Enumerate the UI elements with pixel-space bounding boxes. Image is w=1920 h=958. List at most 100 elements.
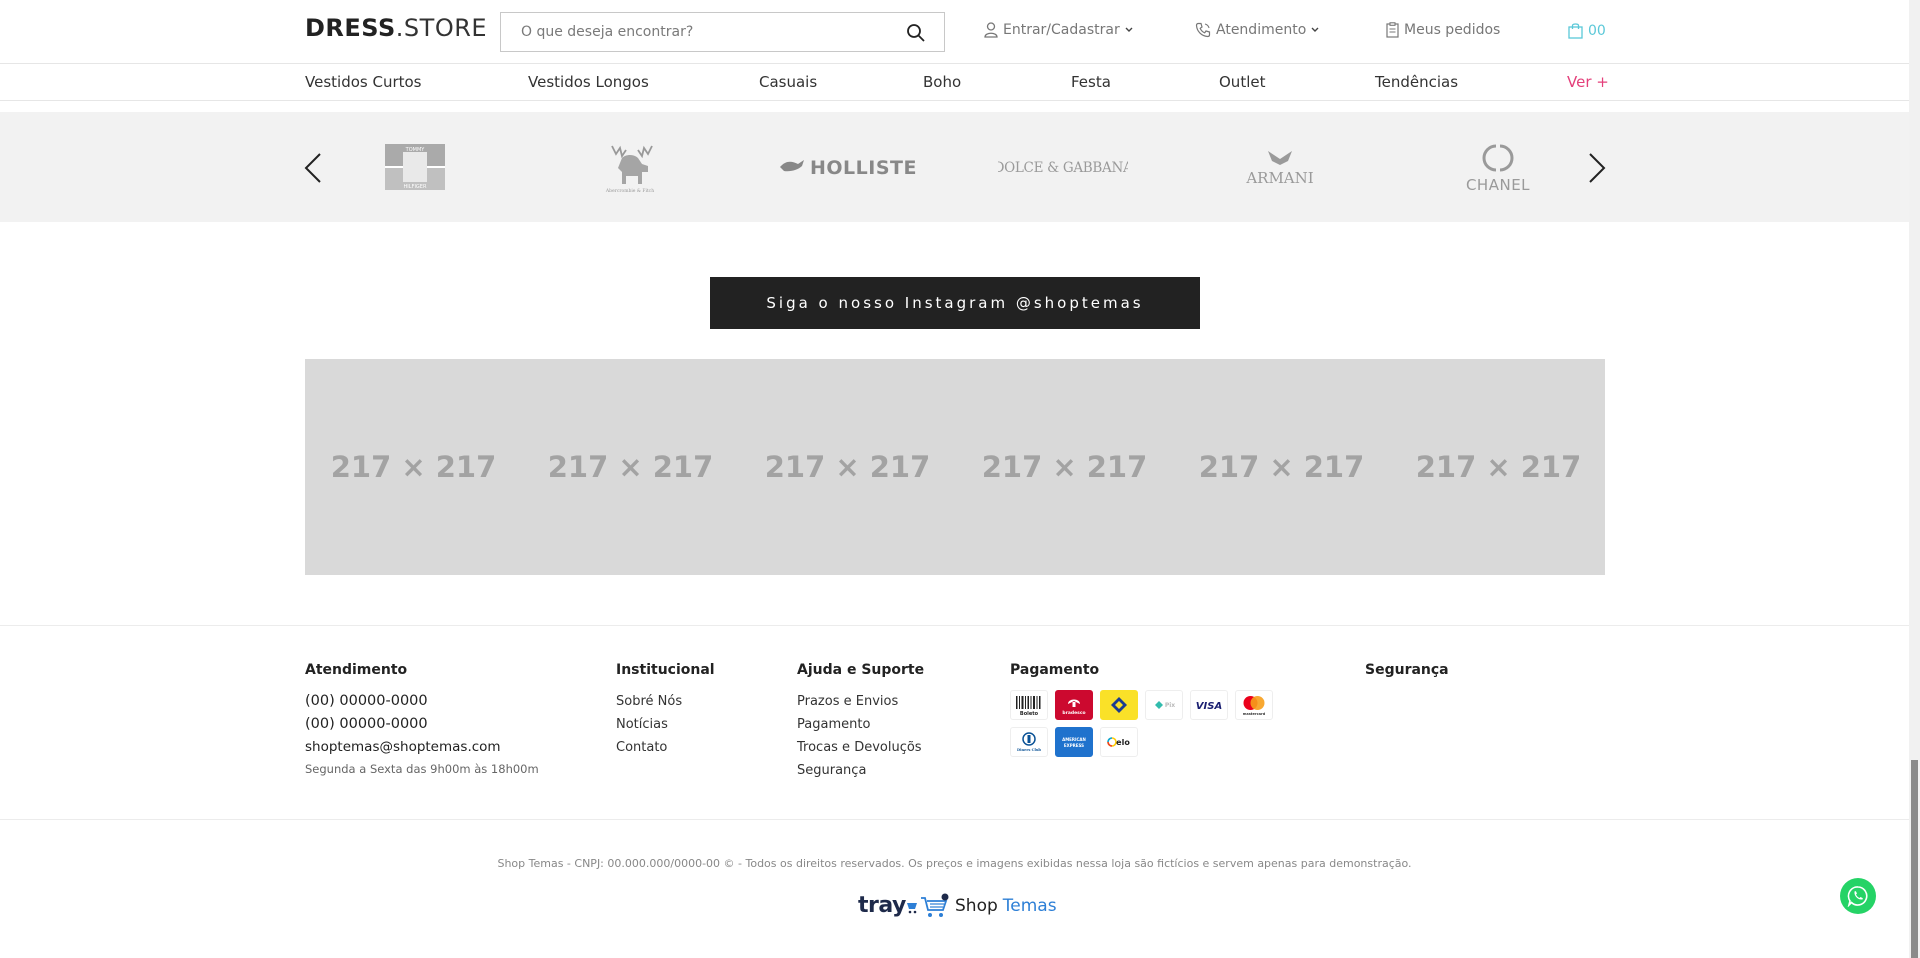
- user-icon: [984, 22, 998, 38]
- nav-item-vestidos-curtos[interactable]: Vestidos Curtos: [305, 73, 422, 91]
- footer-title-institucional: Institucional: [616, 662, 715, 678]
- footer-link-trocas[interactable]: Trocas e Devoluçõs: [797, 736, 924, 759]
- svg-text:Pix: Pix: [1165, 702, 1175, 709]
- login-label: Entrar/Cadastrar: [1003, 22, 1120, 38]
- page-scrollbar[interactable]: [1909, 0, 1920, 958]
- mastercard-icon: mastercard: [1235, 690, 1273, 720]
- phone-icon: [1195, 22, 1211, 38]
- footer-col-pagamento: Pagamento: [1010, 662, 1099, 690]
- tray-cart-icon: [906, 903, 917, 914]
- boleto-icon: Boleto: [1010, 690, 1048, 720]
- instagram-follow-button[interactable]: Siga o nosso Instagram @shoptemas: [710, 277, 1200, 329]
- svg-text:CHANEL: CHANEL: [1465, 176, 1529, 194]
- logo-bold-text: DRESS: [305, 14, 396, 42]
- svg-text:EXPRESS: EXPRESS: [1064, 743, 1084, 748]
- instagram-post-placeholder[interactable]: 217 × 217: [305, 359, 522, 575]
- instagram-post-placeholder[interactable]: 217 × 217: [739, 359, 956, 575]
- svg-text:bradesco: bradesco: [1062, 710, 1085, 716]
- instagram-post-placeholder[interactable]: 217 × 217: [522, 359, 739, 575]
- logo-light-text: .STORE: [395, 14, 488, 42]
- instagram-post-placeholder[interactable]: 217 × 217: [1173, 359, 1390, 575]
- instagram-post-placeholder[interactable]: 217 × 217: [1390, 359, 1607, 575]
- carousel-prev-arrow-icon[interactable]: [302, 152, 324, 184]
- footer-phone[interactable]: (00) 00000-0000: [305, 690, 539, 713]
- cart-count: 00: [1588, 22, 1606, 39]
- abercrombie-moose-logo: Abercrombie & Fitch: [605, 145, 654, 194]
- whatsapp-icon: [1847, 886, 1868, 907]
- header: DRESS.STORE Entrar/Cadastrar Atendimento: [0, 0, 1909, 64]
- footer-phone[interactable]: (00) 00000-0000: [305, 713, 539, 736]
- footer-divider: [0, 625, 1909, 626]
- diners-club-icon: Diners Club: [1010, 727, 1048, 757]
- support-label: Atendimento: [1216, 22, 1307, 38]
- temas-label: Temas: [1002, 896, 1057, 916]
- search-box: [500, 12, 945, 52]
- search-icon[interactable]: [906, 23, 926, 43]
- footer-link-pagamento[interactable]: Pagamento: [797, 713, 924, 736]
- nav-item-outlet[interactable]: Outlet: [1219, 73, 1265, 91]
- footer-link-prazos[interactable]: Prazos e Envios: [797, 690, 924, 713]
- chevron-down-icon: [1311, 27, 1319, 32]
- brand-logo-armani[interactable]: ARMANI: [1235, 112, 1325, 222]
- store-logo[interactable]: DRESS.STORE: [305, 14, 487, 42]
- svg-text:VISA: VISA: [1196, 701, 1222, 712]
- whatsapp-button[interactable]: [1840, 878, 1876, 914]
- brand-logo-dolce-gabbana[interactable]: DOLCE & GABBANA: [995, 112, 1130, 222]
- carousel-next-arrow-icon[interactable]: [1586, 152, 1608, 184]
- footer-title-pagamento: Pagamento: [1010, 662, 1100, 678]
- svg-text:AMERICAN: AMERICAN: [1062, 737, 1086, 742]
- support-menu[interactable]: Atendimento: [1195, 22, 1319, 38]
- dolce-gabbana-logo: DOLCE & GABBANA: [998, 160, 1128, 176]
- login-menu[interactable]: Entrar/Cadastrar: [984, 22, 1133, 38]
- cart-button[interactable]: 00: [1568, 22, 1606, 39]
- copyright-text: Shop Temas - CNPJ: 00.000.000/0000-00 © …: [497, 857, 1412, 870]
- nav-item-vestidos-longos[interactable]: Vestidos Longos: [528, 73, 649, 91]
- footer-link-contato[interactable]: Contato: [616, 736, 715, 759]
- brand-logo-hollister[interactable]: HOLLISTER: [775, 112, 920, 222]
- nav-item-boho[interactable]: Boho: [923, 73, 961, 91]
- svg-text:HILFIGER: HILFIGER: [404, 184, 427, 190]
- footer-link-sobre[interactable]: Sobré Nós: [616, 690, 715, 713]
- hollister-logo: HOLLISTER: [779, 157, 918, 179]
- bradesco-icon: bradesco: [1055, 690, 1093, 720]
- nav-item-casuais[interactable]: Casuais: [759, 73, 817, 91]
- brand-logo-tommy[interactable]: TOMMY HILFIGER: [375, 112, 455, 222]
- category-nav: Vestidos Curtos Vestidos Longos Casuais …: [0, 65, 1909, 101]
- instagram-post-placeholder[interactable]: 217 × 217: [956, 359, 1173, 575]
- scrollbar-thumb[interactable]: [1911, 760, 1918, 958]
- footer-title-ajuda: Ajuda e Suporte: [797, 662, 925, 678]
- svg-text:ARMANI: ARMANI: [1245, 169, 1313, 187]
- svg-text:TOMMY: TOMMY: [405, 147, 426, 153]
- footer-hours: Segunda a Sexta das 9h00m às 18h00m: [305, 762, 539, 776]
- footer-col-seguranca: Segurança: [1365, 662, 1449, 690]
- orders-link[interactable]: Meus pedidos: [1386, 22, 1500, 38]
- orders-label: Meus pedidos: [1404, 22, 1501, 38]
- footer-col-institucional: Institucional Sobré Nós Notícias Contato: [616, 662, 715, 759]
- brand-logo-abercrombie[interactable]: Abercrombie & Fitch: [580, 112, 680, 222]
- visa-icon: VISA: [1190, 690, 1228, 720]
- brand-carousel: TOMMY HILFIGER Abercrombie & Fitch HOLLI…: [0, 112, 1909, 222]
- footer-link-seguranca[interactable]: Segurança: [797, 759, 924, 782]
- instagram-grid: 217 × 217 217 × 217 217 × 217 217 × 217 …: [305, 359, 1605, 575]
- armani-logo: ARMANI: [1245, 151, 1314, 187]
- american-express-icon: AMERICAN EXPRESS: [1055, 727, 1093, 757]
- search-input[interactable]: [501, 13, 881, 51]
- svg-text:elo: elo: [1116, 738, 1130, 747]
- footer-title-seguranca: Segurança: [1365, 662, 1449, 678]
- footer-link-noticias[interactable]: Notícias: [616, 713, 715, 736]
- elo-icon: elo: [1100, 727, 1138, 757]
- svg-text:HOLLISTER: HOLLISTER: [810, 157, 918, 179]
- tommy-hilfiger-logo: TOMMY HILFIGER: [385, 144, 445, 190]
- shoptemas-logo[interactable]: Shop Temas: [920, 893, 1057, 919]
- footer-email[interactable]: shoptemas@shoptemas.com: [305, 736, 539, 759]
- nav-item-tendencias[interactable]: Tendências: [1375, 73, 1458, 91]
- svg-text:DOLCE & GABBANA: DOLCE & GABBANA: [998, 160, 1128, 176]
- footer-title-atendimento: Atendimento: [305, 662, 408, 678]
- banco-do-brasil-icon: [1100, 690, 1138, 720]
- brand-logo-chanel[interactable]: CHANEL: [1450, 112, 1545, 222]
- nav-item-festa[interactable]: Festa: [1071, 73, 1111, 91]
- tray-logo[interactable]: tray: [858, 893, 920, 918]
- nav-item-more[interactable]: Ver +: [1567, 73, 1609, 91]
- tray-logo-text: tray: [858, 893, 906, 918]
- chanel-logo: CHANEL: [1465, 144, 1529, 194]
